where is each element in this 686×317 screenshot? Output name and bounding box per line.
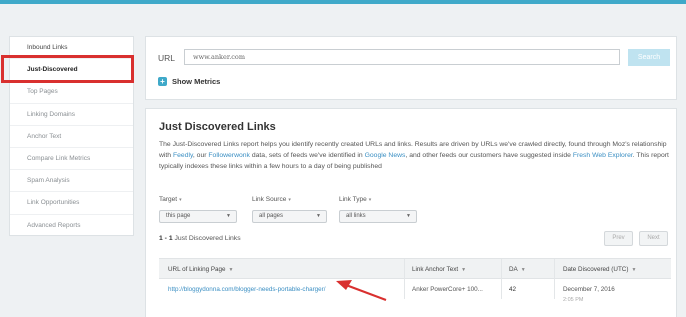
- link-source-filter: Link Source ▾ all pages ▼: [252, 188, 327, 223]
- target-label: Target: [159, 196, 178, 203]
- anchor-text-cell: Anker PowerCore+ 100...: [412, 286, 483, 293]
- just-discovered-panel: Just Discovered Links The Just-Discovere…: [145, 108, 677, 317]
- table-header: URL of Linking Page ▼ Link Anchor Text ▼ D…: [159, 258, 671, 299]
- col-da-header[interactable]: DA ▼: [509, 266, 526, 273]
- desc-text: , our: [192, 152, 209, 159]
- arrow-shaft: [345, 283, 387, 302]
- google-news-link[interactable]: Google News: [365, 152, 406, 159]
- help-caret-icon: ▾: [368, 197, 372, 203]
- sidebar-item-spam-analysis[interactable]: Spam Analysis: [10, 170, 133, 193]
- help-caret-icon: ▾: [288, 197, 291, 203]
- link-type-filter: Link Type ▾ all links ▼: [339, 188, 417, 223]
- url-panel: URL www.anker.com Search + Show Metrics: [145, 36, 677, 100]
- sidebar-item-compare-link-metrics[interactable]: Compare Link Metrics: [10, 148, 133, 171]
- target-filter: Target ▾ this page ▼: [159, 188, 237, 223]
- sort-icon: ▼: [520, 267, 526, 273]
- col-date-label: Date Discovered (UTC): [563, 266, 629, 273]
- col-date-header[interactable]: Date Discovered (UTC) ▼: [563, 266, 636, 273]
- feedly-link[interactable]: Feedly: [173, 152, 193, 159]
- sidebar-item-advanced-reports[interactable]: Advanced Reports: [10, 215, 133, 237]
- desc-text: data, sets of feeds we've identified in: [249, 152, 365, 159]
- link-type-value: all links: [346, 213, 366, 219]
- red-highlight-annotation: [1, 55, 134, 83]
- link-source-select[interactable]: all pages ▼: [252, 210, 327, 223]
- report-description: The Just-Discovered Links report helps y…: [159, 139, 671, 172]
- sort-icon: ▼: [631, 267, 637, 273]
- chevron-down-icon: ▼: [406, 213, 411, 219]
- chevron-down-icon: ▼: [226, 213, 231, 219]
- help-caret-icon: ▾: [179, 197, 182, 203]
- col-url-label: URL of Linking Page: [168, 266, 226, 273]
- col-url-header[interactable]: URL of Linking Page ▼: [168, 266, 233, 273]
- column-divider: [554, 259, 555, 299]
- prev-button[interactable]: Prev: [604, 231, 633, 246]
- sidebar-item-anchor-text[interactable]: Anchor Text: [10, 126, 133, 148]
- sidebar-item-top-pages[interactable]: Top Pages: [10, 81, 133, 104]
- time-cell: 2:05 PM: [563, 297, 584, 303]
- column-divider: [501, 259, 502, 299]
- col-anchor-label: Link Anchor Text: [412, 266, 459, 273]
- url-input[interactable]: www.anker.com: [184, 49, 620, 65]
- col-da-label: DA: [509, 266, 518, 273]
- link-source-value: all pages: [259, 213, 284, 219]
- column-divider: [404, 259, 405, 299]
- next-button[interactable]: Next: [639, 231, 668, 246]
- search-button[interactable]: Search: [628, 49, 670, 66]
- show-metrics-label: Show Metrics: [172, 77, 221, 86]
- col-anchor-header[interactable]: Link Anchor Text ▼: [412, 266, 466, 273]
- link-source-label: Link Source: [252, 196, 287, 203]
- results-count: 1 - 1 Just Discovered Links: [159, 235, 241, 242]
- fresh-web-explorer-link[interactable]: Fresh Web Explorer: [573, 152, 633, 159]
- date-cell: December 7, 2016: [563, 286, 615, 293]
- top-accent-bar: [0, 0, 686, 4]
- url-label: URL: [158, 53, 176, 63]
- da-cell: 42: [509, 286, 517, 293]
- sort-icon: ▼: [228, 267, 234, 273]
- chevron-down-icon: ▼: [316, 213, 321, 219]
- target-value: this page: [166, 213, 191, 219]
- sort-icon: ▼: [461, 267, 467, 273]
- panel-title: Just Discovered Links: [159, 121, 276, 133]
- desc-text: , and other feeds our customers have sug…: [405, 152, 573, 159]
- sidebar-item-linking-domains[interactable]: Linking Domains: [10, 104, 133, 126]
- results-range: 1 - 1: [159, 235, 173, 242]
- target-select[interactable]: this page ▼: [159, 210, 237, 223]
- sidebar-item-link-opportunities[interactable]: Link Opportunities: [10, 192, 133, 215]
- show-metrics-toggle[interactable]: + Show Metrics: [158, 77, 220, 86]
- results-label: Just Discovered Links: [174, 235, 241, 242]
- arrow-head: [336, 280, 352, 290]
- followerwonk-link[interactable]: Followerwonk: [208, 152, 250, 159]
- link-type-label: Link Type: [339, 196, 367, 203]
- red-arrow-annotation: [336, 280, 387, 302]
- linking-page-url[interactable]: http://bloggydonna.com/blogger-needs-por…: [168, 286, 326, 293]
- plus-icon: +: [158, 77, 167, 86]
- link-type-select[interactable]: all links ▼: [339, 210, 417, 223]
